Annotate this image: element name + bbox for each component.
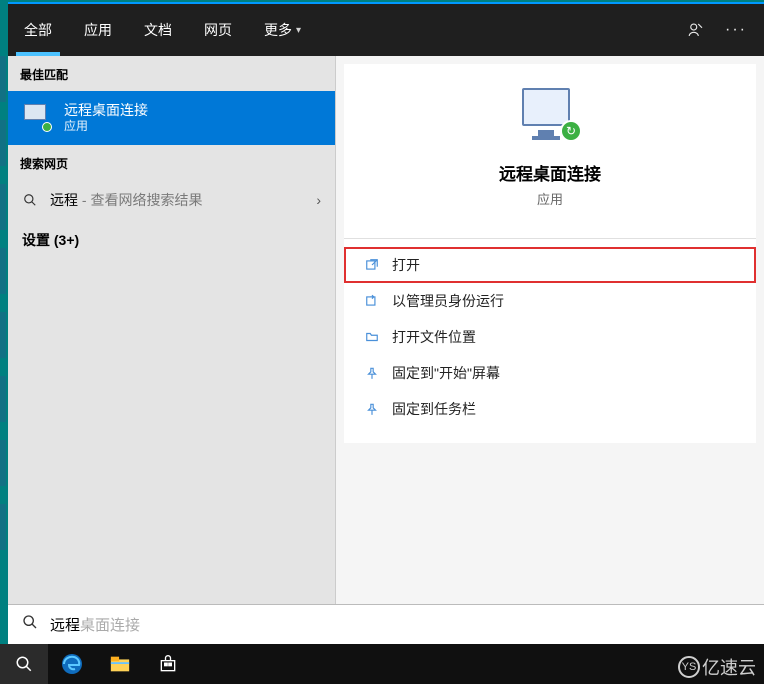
search-web-header: 搜索网页	[8, 145, 335, 180]
desktop-icons-strip	[0, 56, 8, 596]
web-search-label: 远程 - 查看网络搜索结果	[50, 190, 202, 210]
preview-title: 远程桌面连接	[354, 160, 746, 185]
start-search-window: 全部 应用 文档 网页 更多 ▾ ··· 最佳匹配 远程桌面连接	[8, 2, 764, 644]
web-search-row[interactable]: 远程 - 查看网络搜索结果 ›	[8, 180, 335, 220]
preview-subtitle: 应用	[354, 189, 746, 208]
action-pin-taskbar-label: 固定到任务栏	[392, 399, 476, 419]
best-match-subtitle: 应用	[64, 119, 148, 135]
more-options-icon[interactable]: ···	[716, 4, 756, 56]
preview-card: ↻ 远程桌面连接 应用 打开	[344, 64, 756, 443]
best-match-item[interactable]: 远程桌面连接 应用	[8, 91, 335, 145]
search-ghost: 桌面连接	[80, 617, 140, 634]
tab-more-label: 更多	[264, 20, 292, 40]
action-pin-taskbar[interactable]: 固定到任务栏	[344, 391, 756, 427]
pin-taskbar-icon	[364, 401, 380, 417]
pin-start-icon	[364, 365, 380, 381]
preview-hero: ↻ 远程桌面连接 应用	[344, 64, 756, 238]
preview-actions: 打开 以管理员身份运行 打开文件位置	[344, 247, 756, 443]
tab-web[interactable]: 网页	[188, 4, 248, 56]
chevron-down-icon: ▾	[296, 25, 301, 36]
search-tabs: 全部 应用 文档 网页 更多 ▾	[8, 4, 317, 56]
search-body: 最佳匹配 远程桌面连接 应用 搜索网页 远程 - 查看网络搜索结果 ›	[8, 56, 764, 644]
results-panel: 最佳匹配 远程桌面连接 应用 搜索网页 远程 - 查看网络搜索结果 ›	[8, 56, 336, 644]
action-open-location[interactable]: 打开文件位置	[344, 319, 756, 355]
watermark-text: 亿速云	[702, 654, 756, 680]
taskbar-explorer-icon[interactable]	[96, 644, 144, 684]
action-open-location-label: 打开文件位置	[392, 327, 476, 347]
preview-panel: ↻ 远程桌面连接 应用 打开	[336, 56, 764, 644]
taskbar: YS亿速云	[0, 644, 764, 684]
action-open-label: 打开	[392, 255, 420, 275]
web-search-suffix: - 查看网络搜索结果	[78, 192, 202, 208]
watermark: YS亿速云	[678, 654, 756, 680]
action-open[interactable]: 打开	[344, 247, 756, 283]
search-icon	[22, 192, 38, 208]
taskbar-store-icon[interactable]	[144, 644, 192, 684]
chevron-right-icon: ›	[316, 192, 321, 208]
admin-icon	[364, 293, 380, 309]
search-input-bar[interactable]: 远程桌面连接	[8, 604, 764, 644]
action-run-admin-label: 以管理员身份运行	[392, 291, 504, 311]
open-icon	[364, 257, 380, 273]
web-search-term: 远程	[50, 192, 78, 208]
action-pin-start[interactable]: 固定到"开始"屏幕	[344, 355, 756, 391]
folder-icon	[364, 329, 380, 345]
tab-all[interactable]: 全部	[8, 4, 68, 56]
tab-app[interactable]: 应用	[68, 4, 128, 56]
search-topbar: 全部 应用 文档 网页 更多 ▾ ···	[8, 4, 764, 56]
rdp-icon	[24, 104, 52, 132]
search-icon	[22, 614, 38, 635]
tab-more[interactable]: 更多 ▾	[248, 4, 317, 56]
rdp-large-icon: ↻	[518, 88, 582, 146]
best-match-title: 远程桌面连接	[64, 101, 148, 119]
taskbar-edge-icon[interactable]	[48, 644, 96, 684]
best-match-header: 最佳匹配	[8, 56, 335, 91]
action-pin-start-label: 固定到"开始"屏幕	[392, 363, 500, 383]
feedback-icon[interactable]	[676, 4, 716, 56]
settings-row[interactable]: 设置 (3+)	[8, 220, 335, 260]
taskbar-search-button[interactable]	[0, 644, 48, 684]
search-text-wrap: 远程桌面连接	[50, 614, 140, 635]
tab-doc[interactable]: 文档	[128, 4, 188, 56]
search-typed: 远程	[50, 617, 80, 634]
action-run-admin[interactable]: 以管理员身份运行	[344, 283, 756, 319]
divider	[344, 238, 756, 239]
best-match-text: 远程桌面连接 应用	[64, 101, 148, 135]
